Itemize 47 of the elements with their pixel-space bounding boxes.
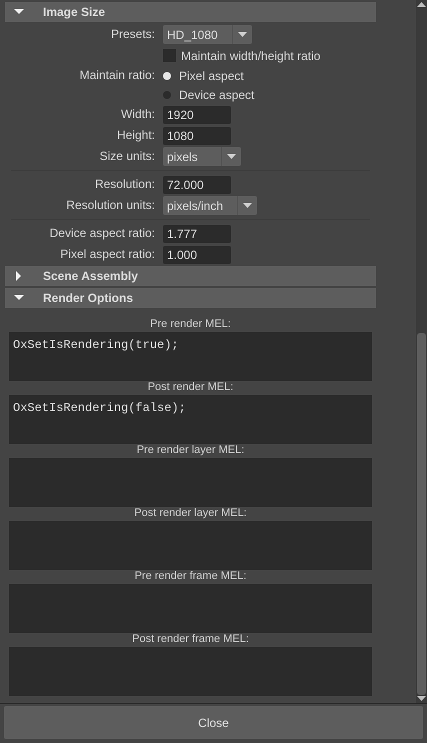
input-field[interactable]: 1.000 [163,246,231,264]
code-editor[interactable] [9,521,372,570]
scrollbar-thumb[interactable] [417,333,426,695]
field-label: Presets: [110,27,155,42]
code-editor[interactable] [9,458,372,507]
code-editor[interactable] [9,647,372,696]
section-header[interactable]: Image Size [5,2,376,22]
script-label: Pre render layer MEL: [136,442,244,458]
dropdown-arrow-icon [238,32,247,37]
code-editor[interactable]: OxSetIsRendering(false); [9,395,372,444]
field-label: Maintain ratio: [80,68,155,82]
script-label: Post render layer MEL: [134,506,247,520]
scroll-up-icon[interactable] [416,0,427,8]
expanded-arrow-icon[interactable] [14,7,24,17]
radio-label: Device aspect [179,86,254,104]
dropdown-arrow-icon [227,154,236,159]
checkbox-label: Maintain width/height ratio [181,48,320,64]
script-label: Pre render frame MEL: [134,568,246,584]
code-editor[interactable]: OxSetIsRendering(true); [9,332,372,381]
collapsed-arrow-icon[interactable] [14,271,24,281]
radio-button[interactable] [163,90,171,98]
section-header[interactable]: Scene Assembly [5,266,376,286]
input-field[interactable]: 1080 [163,126,231,144]
field-label: Resolution: [94,177,155,192]
radio-label: Pixel aspect [179,68,244,84]
dropdown[interactable]: HD_1080 [163,25,252,44]
checkbox[interactable] [163,49,176,62]
script-label: Pre render MEL: [150,316,231,332]
input-field[interactable]: 1.777 [163,224,231,242]
dropdown[interactable]: pixels/inch [163,196,258,215]
dropdown-arrow-icon [243,203,252,208]
input-field[interactable]: 72.000 [163,176,231,194]
field-label: Width: [120,107,155,122]
field-label: Height: [116,128,155,142]
close-button[interactable]: Close [4,706,423,739]
radio-button[interactable] [163,72,171,80]
expanded-arrow-icon[interactable] [14,293,24,303]
input-field[interactable]: 1920 [163,106,231,124]
script-label: Post render frame MEL: [132,632,249,646]
field-label: Pixel aspect ratio: [60,247,155,262]
dropdown[interactable]: pixels [163,147,241,166]
field-label: Resolution units: [66,198,155,212]
field-label: Size units: [100,149,155,164]
field-label: Device aspect ratio: [50,226,155,240]
script-label: Post render MEL: [148,380,234,394]
section-header[interactable]: Render Options [5,288,376,308]
code-editor[interactable] [9,584,372,633]
